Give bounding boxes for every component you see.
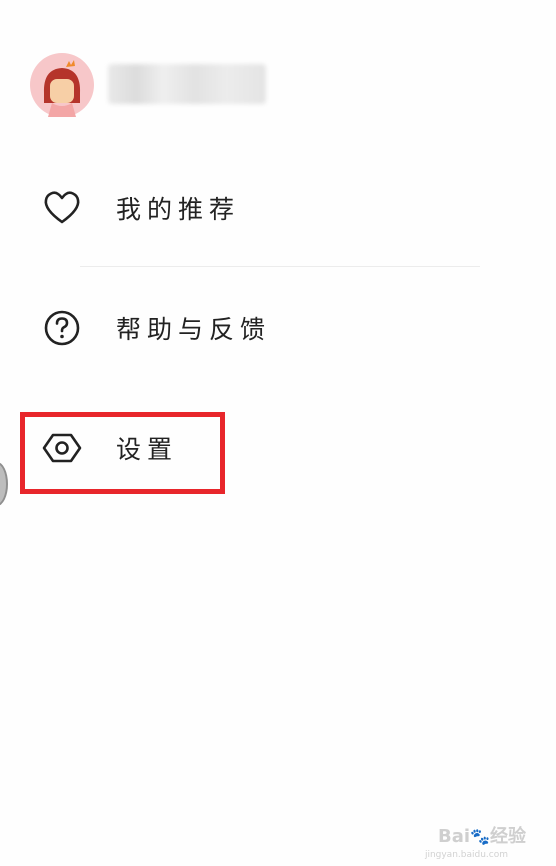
watermark-text2: 经验 [490,826,526,847]
help-circle-icon [44,310,80,346]
paw-icon: 🐾 [470,827,490,846]
highlight-box [20,412,225,494]
watermark: Bai🐾经验 [438,822,526,848]
watermark-url: jingyan.baidu.com [424,850,508,860]
watermark-text: Bai [438,826,471,847]
divider [80,266,480,267]
menu-item-label: 我的推荐 [116,195,241,224]
menu-item-recommend[interactable]: 我的推荐 [0,168,556,248]
menu-item-label: 帮助与反馈 [116,315,272,344]
avatar[interactable] [30,53,94,117]
menu-item-help-feedback[interactable]: 帮助与反馈 [0,288,556,368]
heart-icon [44,191,80,224]
menu-page: 我的推荐 帮助与反馈 设置 Bai🐾经验 jingyan.baidu.com [0,0,556,866]
username-blurred [108,64,266,104]
